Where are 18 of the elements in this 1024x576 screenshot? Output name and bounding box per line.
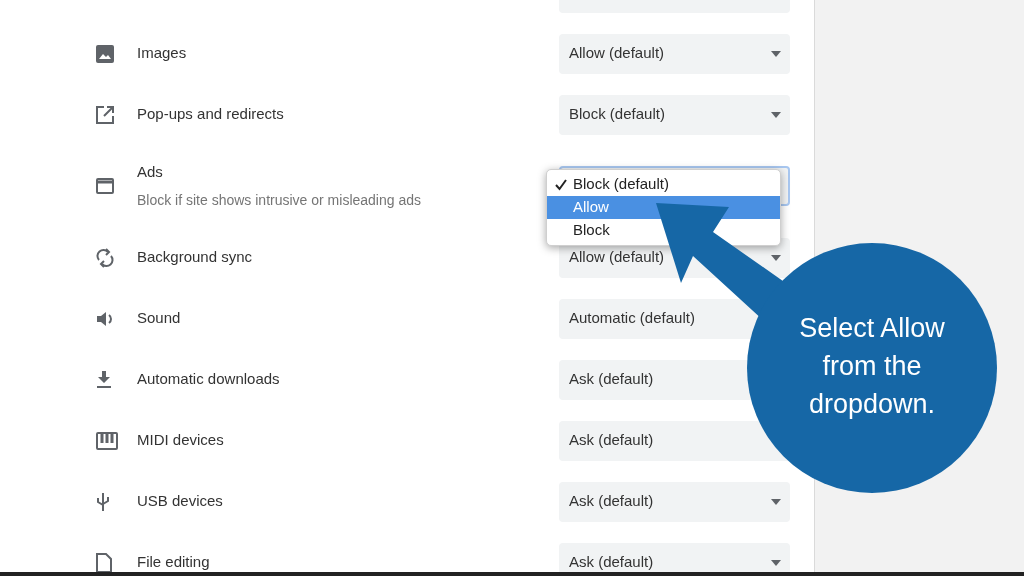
setting-label: Pop-ups and redirects xyxy=(137,104,285,125)
setting-label: File editing xyxy=(137,552,211,572)
setting-label: Background sync xyxy=(137,247,254,268)
setting-label: MIDI devices xyxy=(137,430,225,451)
select-dropdown[interactable]: Ask (default) xyxy=(559,420,790,461)
callout-text: Select Allow from the dropdown. xyxy=(798,312,946,421)
setting-label: Automatic downloads xyxy=(137,369,281,390)
setting-description: Block if site shows intrusive or misleading ads xyxy=(137,191,422,211)
setting-label: Ads xyxy=(137,161,164,182)
select-dropdown[interactable]: Block (default) xyxy=(559,94,790,135)
setting-label: Images xyxy=(137,43,188,64)
select-dropdown[interactable]: Allow (default) xyxy=(559,33,790,74)
menu-item[interactable]: Block xyxy=(547,219,780,242)
select-dropdown[interactable]: Ask (default) xyxy=(559,542,790,572)
setting-label: Sound xyxy=(137,308,182,329)
menu-item[interactable]: Block (default) xyxy=(547,173,780,196)
setting-label: USB devices xyxy=(137,491,224,512)
select-dropdown[interactable]: Ask (default) xyxy=(559,481,790,522)
